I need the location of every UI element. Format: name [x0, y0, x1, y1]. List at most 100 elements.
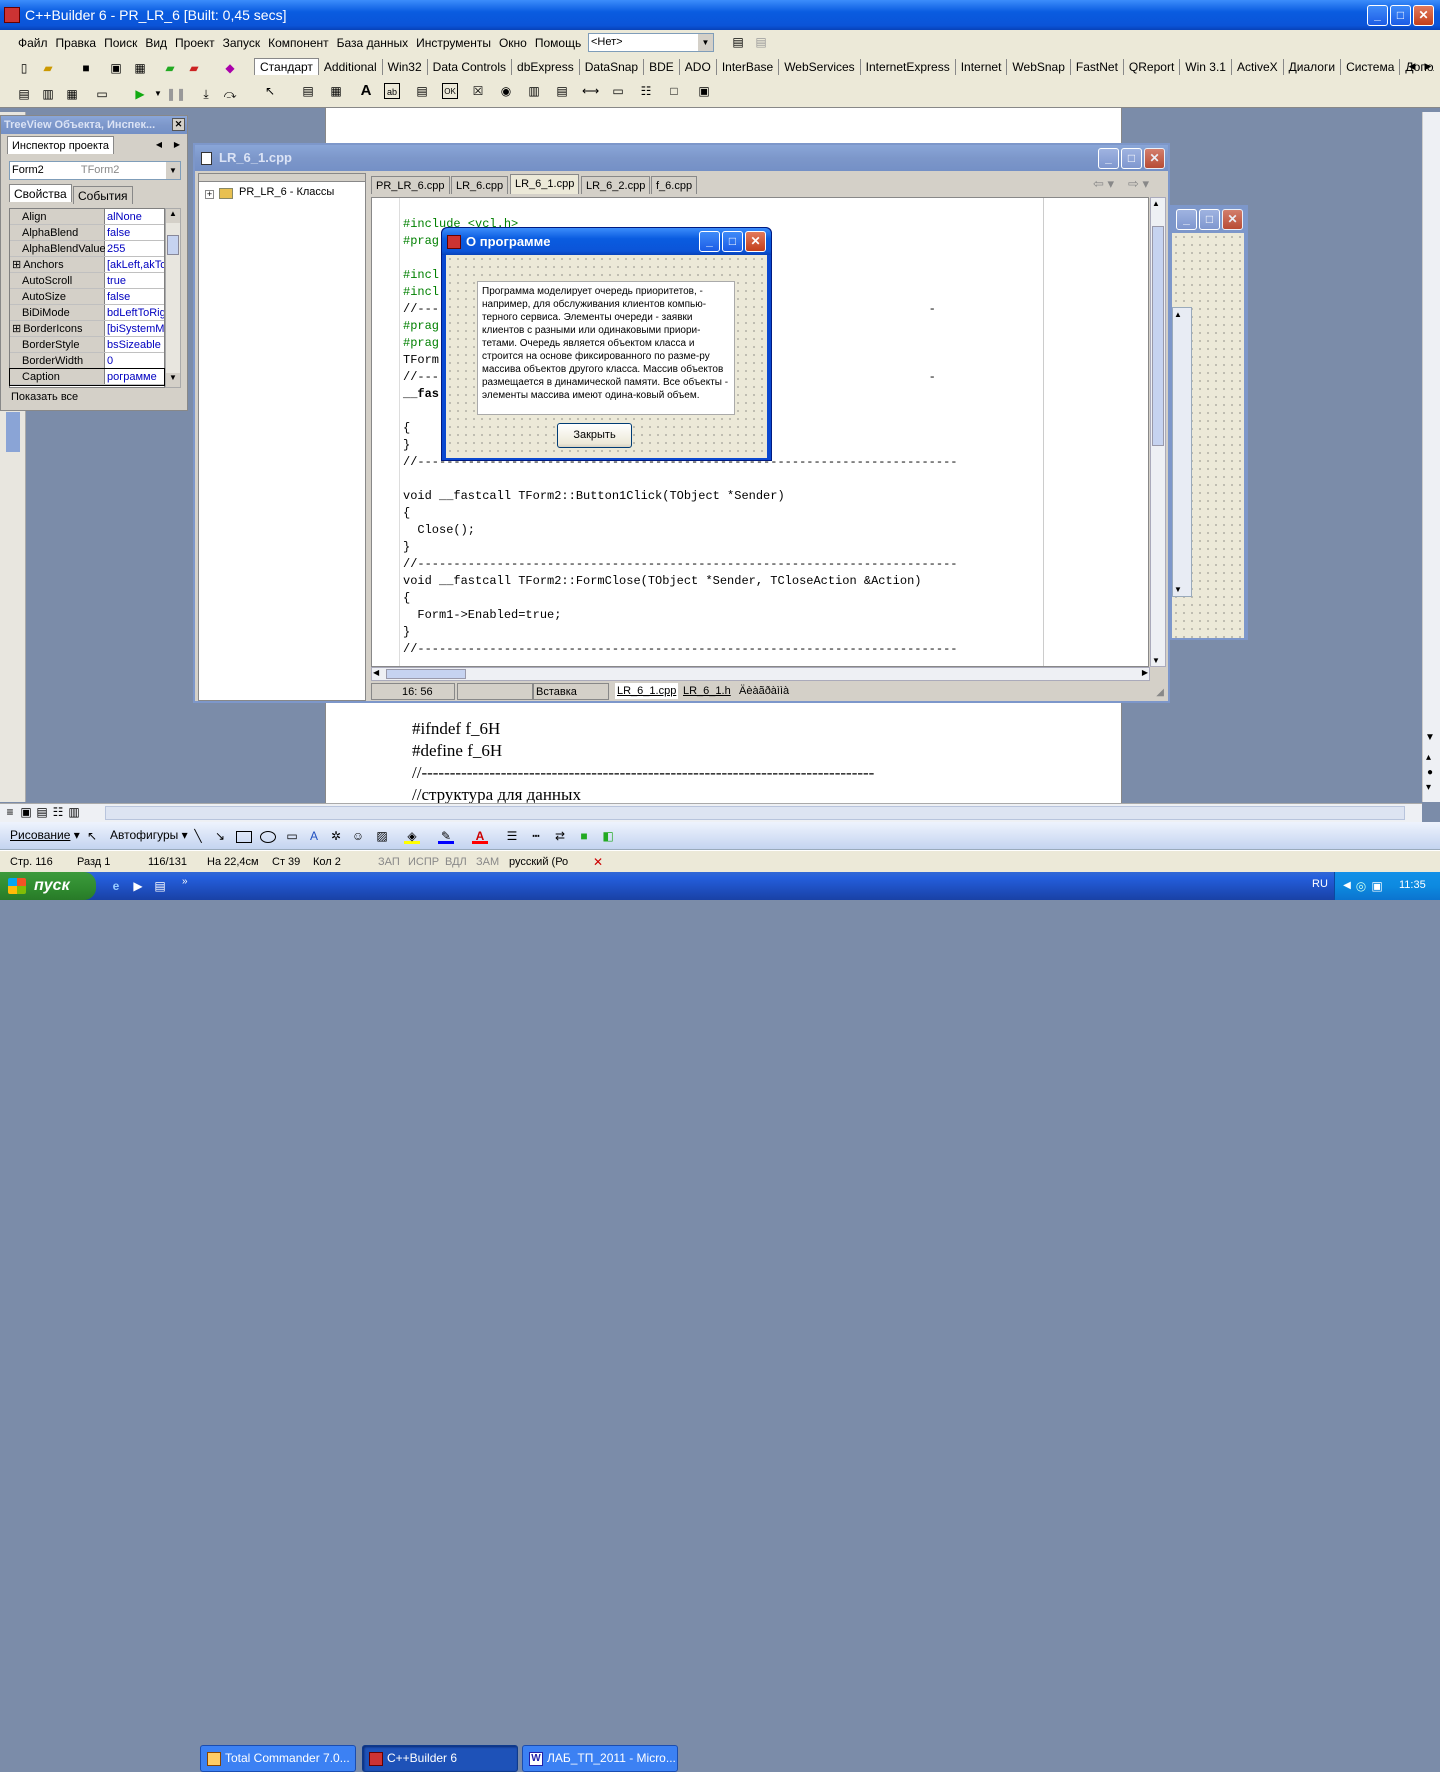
palette-tab-datasnap[interactable]: DataSnap: [580, 59, 645, 75]
trace-into-icon[interactable]: ⤓: [198, 86, 214, 102]
font-color-icon[interactable]: A: [472, 828, 488, 844]
palette-tab-win32[interactable]: Win32: [383, 59, 428, 75]
actionlist-icon[interactable]: ▣: [696, 83, 712, 99]
tab-events[interactable]: События: [73, 186, 133, 204]
property-row[interactable]: ⊞ Anchors [akLeft,akTo: [10, 257, 164, 273]
palette-tab-qreport[interactable]: QReport: [1124, 59, 1181, 75]
menu-help[interactable]: Помощь: [531, 33, 585, 53]
outline-view-icon[interactable]: ☷: [50, 804, 66, 820]
nav-back-icon[interactable]: ⇦ ▾: [1093, 176, 1114, 192]
scrollbar-icon[interactable]: ⟷: [582, 83, 599, 99]
tree-expand-icon[interactable]: +: [205, 190, 214, 199]
palette-tab-webservices[interactable]: WebServices: [779, 59, 861, 75]
taskbar-item-totalcmd[interactable]: Total Commander 7.0...: [200, 1745, 356, 1772]
radiobutton-icon[interactable]: ◉: [498, 83, 514, 99]
quicklaunch-more-icon[interactable]: »: [182, 876, 188, 887]
config-combo[interactable]: <Нет> ▼: [588, 33, 714, 52]
tray-security-icon[interactable]: ▣: [1369, 878, 1385, 894]
view-form-icon[interactable]: ▥: [40, 86, 56, 102]
project-inspector-tab[interactable]: Инспектор проекта: [7, 136, 114, 154]
mainmenu-icon[interactable]: ▦: [328, 83, 344, 99]
status-trk[interactable]: ИСПР: [408, 851, 439, 873]
property-row[interactable]: ⊞BorderIcons[biSystemMe: [10, 321, 164, 337]
property-value[interactable]: [akLeft,akTo: [105, 257, 164, 272]
property-value[interactable]: alNone: [105, 209, 164, 224]
status-ovr[interactable]: ЗАМ: [476, 851, 499, 873]
desktop-debug-icon[interactable]: ▤: [753, 34, 769, 50]
scroll-up-icon[interactable]: ▲: [1174, 310, 1182, 319]
arrow-tool-icon[interactable]: ↘: [212, 828, 228, 844]
remove-from-project-icon[interactable]: ▰: [186, 60, 202, 76]
run-icon[interactable]: ▶: [132, 86, 148, 102]
close-icon[interactable]: ✕: [172, 118, 185, 131]
3d-icon[interactable]: ◧: [600, 828, 616, 844]
new-form-icon[interactable]: ▭: [94, 86, 110, 102]
spelling-status-icon[interactable]: ✕: [590, 854, 606, 870]
property-row[interactable]: AlphaBlend false: [10, 225, 164, 241]
palette-tab-interbase[interactable]: InterBase: [717, 59, 780, 75]
scroll-down-icon[interactable]: ▼: [1425, 732, 1435, 743]
dialog-close-button[interactable]: ✕: [745, 231, 766, 252]
tab-lr-6-1-cpp[interactable]: LR_6_1.cpp: [510, 174, 580, 194]
prev-page-icon[interactable]: ▴: [1426, 752, 1431, 763]
editor-close-button[interactable]: ✕: [1144, 148, 1165, 169]
drawing-menu[interactable]: Рисование ▾: [10, 828, 80, 842]
palette-tab-standard[interactable]: Стандарт: [254, 58, 319, 75]
menu-view[interactable]: Вид: [141, 33, 171, 53]
view-unit-icon[interactable]: ▤: [16, 86, 32, 102]
scroll-up-icon[interactable]: ▲: [166, 209, 180, 223]
status-rec[interactable]: ЗАП: [378, 851, 400, 873]
palette-tab-additional[interactable]: Additional: [319, 59, 383, 75]
bottom-tab-diagram[interactable]: Äèàãðàììà: [737, 683, 791, 699]
tab-scroll-left-icon[interactable]: ◀: [151, 137, 167, 153]
palette-tab-system[interactable]: Система: [1341, 59, 1401, 75]
form-maximize-button[interactable]: □: [1199, 209, 1220, 230]
rectangle-tool-icon[interactable]: [236, 831, 252, 843]
save-icon[interactable]: ■: [78, 60, 94, 76]
status-ext[interactable]: ВДЛ: [445, 851, 467, 873]
select-objects-icon[interactable]: ↖: [84, 828, 100, 844]
property-row[interactable]: AutoSize false: [10, 289, 164, 305]
tab-properties[interactable]: Свойства: [9, 184, 72, 202]
editor-maximize-button[interactable]: □: [1121, 148, 1142, 169]
palette-tab-ado[interactable]: ADO: [680, 59, 717, 75]
combobox-icon[interactable]: ▤: [554, 83, 570, 99]
tab-f-6-cpp[interactable]: f_6.cpp: [651, 176, 698, 194]
scroll-down-icon[interactable]: ▼: [166, 373, 180, 387]
taskbar-item-word[interactable]: W ЛАБ_ТП_2011 - Micro...: [522, 1745, 678, 1772]
property-expand-icon[interactable]: ⊞: [12, 323, 21, 335]
property-value[interactable]: true: [105, 273, 164, 288]
property-row[interactable]: BorderWidth 0: [10, 353, 164, 369]
checkbox-icon[interactable]: ☒: [470, 83, 486, 99]
normal-view-icon[interactable]: ≡: [2, 804, 18, 820]
form-minimize-button[interactable]: _: [1176, 209, 1197, 230]
property-expand-icon[interactable]: ⊞: [12, 259, 21, 271]
palette-tab-websnap[interactable]: WebSnap: [1007, 59, 1071, 75]
inspector-footer[interactable]: Показать все: [11, 391, 78, 403]
palette-tab-dialogs[interactable]: Диалоги: [1284, 59, 1342, 75]
word-hscroll[interactable]: ≡ ▣ ▤ ☷ ▥: [0, 803, 1422, 822]
scroll-up-icon[interactable]: ▲: [1152, 199, 1160, 208]
pause-icon[interactable]: ❚❚: [166, 86, 186, 102]
save-all-icon[interactable]: ▣: [108, 60, 124, 76]
pointer-icon[interactable]: ↖: [262, 83, 278, 99]
menu-component[interactable]: Компонент: [264, 33, 333, 53]
button-icon[interactable]: OK: [442, 83, 458, 99]
editor-vscrollbar[interactable]: ▲ ▼: [1150, 197, 1166, 667]
new-icon[interactable]: ▯: [16, 60, 32, 76]
menu-window[interactable]: Окно: [495, 33, 531, 53]
autoshapes-menu[interactable]: Автофигуры ▾: [110, 828, 188, 842]
property-value[interactable]: рограмме: [105, 369, 164, 384]
palette-tab-fastnet[interactable]: FastNet: [1071, 59, 1124, 75]
property-grid-scrollbar[interactable]: ▲ ▼: [165, 208, 181, 388]
next-page-icon[interactable]: ▾: [1426, 782, 1431, 793]
scroll-down-icon[interactable]: ▼: [1174, 585, 1182, 594]
start-button[interactable]: пуск: [0, 872, 96, 900]
dash-style-icon[interactable]: ┅: [528, 828, 544, 844]
line-color-icon[interactable]: ✎: [438, 828, 454, 844]
scroll-down-icon[interactable]: ▼: [1152, 656, 1160, 665]
property-value[interactable]: bdLeftToRig: [105, 305, 164, 320]
form-close-button[interactable]: ✕: [1222, 209, 1243, 230]
open-icon[interactable]: ▰: [40, 60, 56, 76]
property-row[interactable]: BorderStyle bsSizeable: [10, 337, 164, 353]
